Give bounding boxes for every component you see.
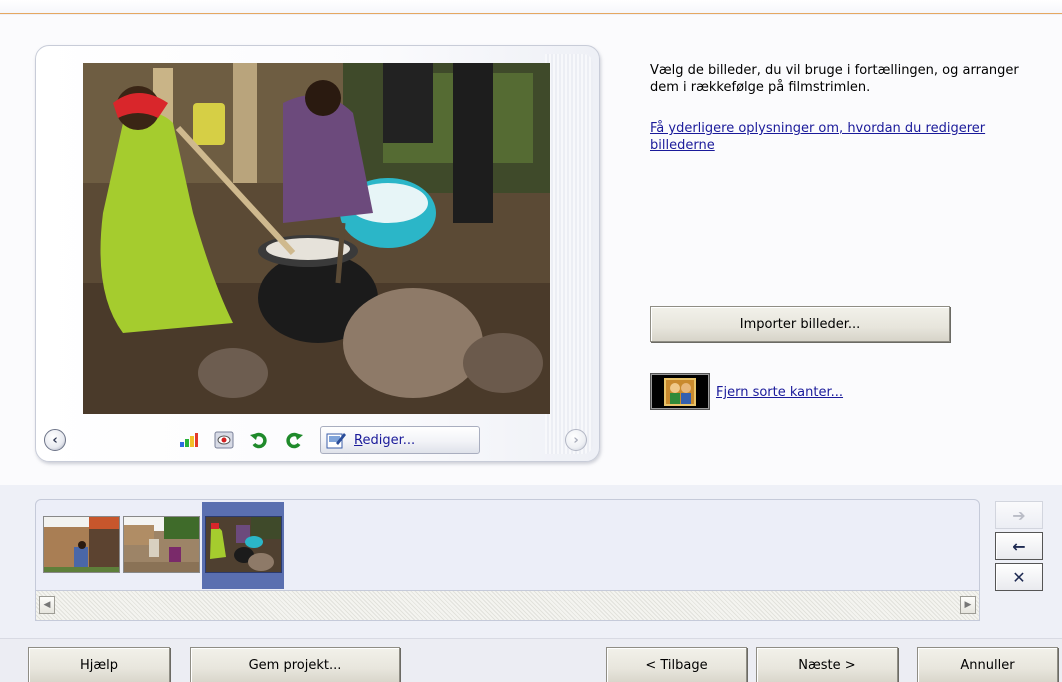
scroll-left-button[interactable]: ◀ <box>39 596 55 614</box>
move-left-button[interactable]: ← <box>995 532 1043 560</box>
rotate-right-button[interactable] <box>280 427 307 453</box>
rotate-left-icon <box>249 432 267 449</box>
red-eye-button[interactable] <box>210 427 237 453</box>
filmstrip-thumbnail-selected[interactable] <box>205 516 282 573</box>
scroll-right-button[interactable]: ▶ <box>960 596 976 614</box>
color-bars-icon <box>179 433 198 447</box>
photo-preview <box>83 63 550 414</box>
next-picture-button[interactable]: › <box>565 429 587 451</box>
portrait-icon <box>664 377 696 406</box>
save-project-button[interactable]: Gem projekt... <box>190 647 400 682</box>
filmstrip-thumbnail[interactable] <box>43 516 120 573</box>
rotate-right-icon <box>285 432 303 449</box>
edit-picture-icon <box>326 433 346 449</box>
chevron-right-icon: › <box>573 432 579 448</box>
red-eye-icon <box>214 431 233 449</box>
rotate-left-button[interactable] <box>245 427 272 453</box>
instructions-text: Vælg de billeder, du vil bruge i fortæll… <box>650 63 1019 95</box>
more-info-link[interactable]: Få yderligere oplysninger om, hvordan du… <box>650 120 990 154</box>
cancel-button[interactable]: Annuller <box>917 647 1058 682</box>
arrow-right-icon: ➔ <box>1012 505 1026 525</box>
remove-black-borders-link[interactable]: Fjern sorte kanter... <box>716 385 843 400</box>
thumbnail-image <box>124 517 199 572</box>
move-right-button[interactable]: ➔ <box>995 501 1043 529</box>
preview-image <box>83 63 550 414</box>
thumbnail-image <box>44 517 119 572</box>
arrow-left-icon: ← <box>1012 536 1026 556</box>
thumbnail-image <box>206 517 281 572</box>
preview-decoration <box>545 54 593 454</box>
top-accent-bar <box>0 0 1062 14</box>
filmstrip[interactable] <box>35 499 980 591</box>
color-correct-button[interactable] <box>175 427 202 453</box>
next-button[interactable]: Næste > <box>756 647 898 682</box>
edit-picture-button[interactable]: Rediger... <box>320 426 480 454</box>
remove-black-borders-icon[interactable] <box>650 373 710 410</box>
edit-picture-label: Rediger... <box>354 432 416 448</box>
import-pictures-button[interactable]: Importer billeder... <box>650 306 950 342</box>
back-button[interactable]: < Tilbage <box>606 647 747 682</box>
filmstrip-thumbnail[interactable] <box>123 516 200 573</box>
help-button[interactable]: Hjælp <box>28 647 170 682</box>
filmstrip-scrollbar[interactable]: ◀ ▶ <box>35 591 980 621</box>
delete-x-icon: ✕ <box>1012 567 1026 587</box>
preview-panel: ‹ Rediger... › <box>35 45 600 462</box>
previous-picture-button[interactable]: ‹ <box>44 429 66 451</box>
remove-picture-button[interactable]: ✕ <box>995 563 1043 591</box>
chevron-left-icon: ‹ <box>52 432 58 448</box>
